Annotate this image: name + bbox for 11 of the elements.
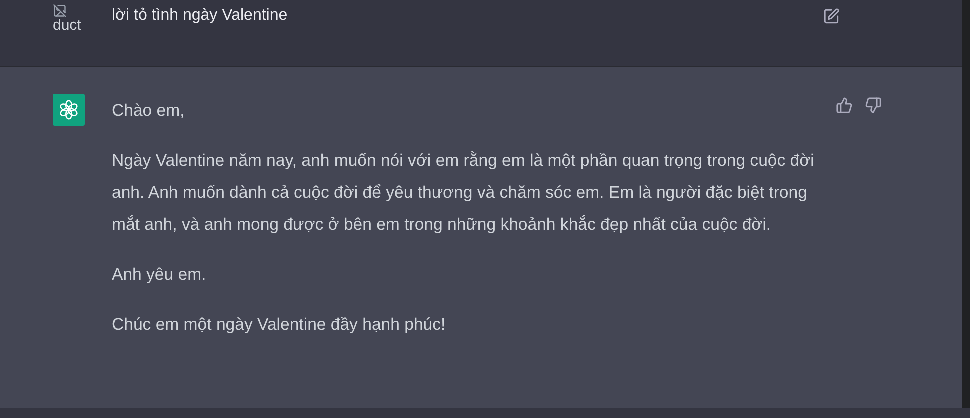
thumbs-up-icon[interactable] (836, 97, 853, 114)
broken-image-icon (53, 4, 67, 18)
prompt-text: lời tỏ tình ngày Valentine (112, 6, 288, 26)
response-paragraph: Anh yêu em. (112, 264, 208, 286)
response-paragraph: Chúc em một ngày Valentine đầy hạnh phúc! (112, 314, 447, 336)
edit-icon[interactable] (823, 8, 840, 25)
thumbs-down-icon[interactable] (865, 97, 882, 114)
response-paragraph: Chào em, (112, 100, 186, 122)
response-paragraph: Ngày Valentine năm nay, anh muốn nói với em rằng em là một phần quan trọng trong cuộc đời anh. Anh muốn dành cả cuộc đời để yêu thương và chăm sóc em. Em là người đặc biệt trong mắt anh, và anh mong được ở bên em trong những khoảnh khắc đẹp nhất của cuộc đời. (112, 150, 816, 236)
image-alt-text: duct (53, 18, 82, 33)
flower-logo-icon (58, 99, 80, 121)
